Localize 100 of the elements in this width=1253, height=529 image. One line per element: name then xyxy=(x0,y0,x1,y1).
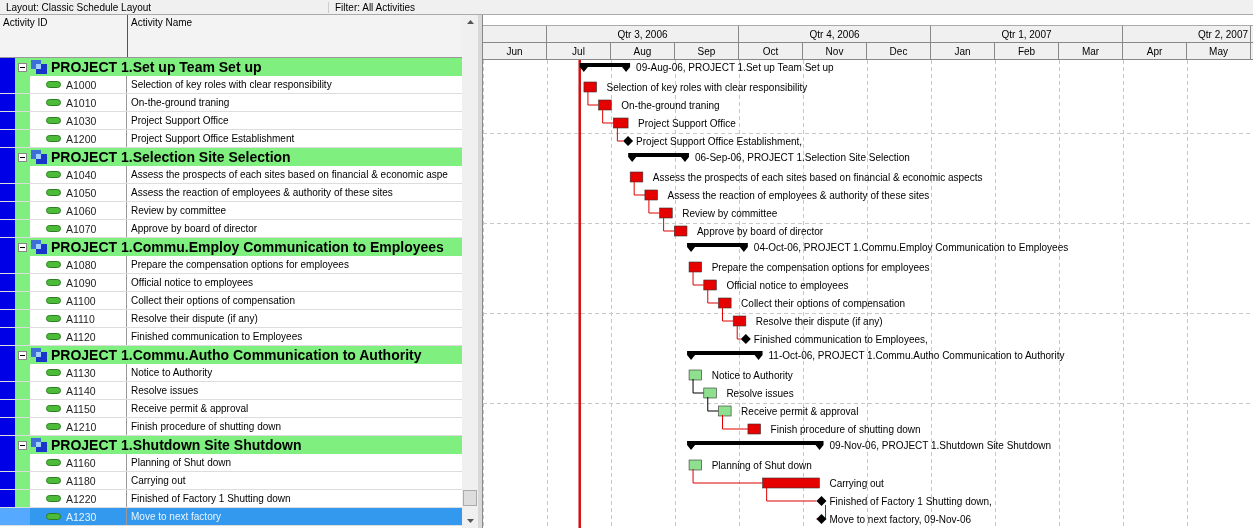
bar-label: Carrying out xyxy=(829,478,884,489)
activity-name: Receive permit & approval xyxy=(131,403,249,414)
scroll-down-icon[interactable] xyxy=(466,519,474,523)
bar-label: Finished communication to Employees, xyxy=(753,334,928,345)
outline-bar xyxy=(0,184,15,201)
activity-bar[interactable] xyxy=(688,261,702,273)
activity-id: A1150 xyxy=(66,402,96,415)
activity-id: A1130 xyxy=(66,366,96,379)
activity-row[interactable]: A1090 Official notice to employees xyxy=(0,274,462,292)
activity-bar[interactable] xyxy=(688,369,702,381)
column-header[interactable]: Activity ID xyxy=(0,15,128,57)
milestone-icon[interactable] xyxy=(623,136,634,146)
outline-bar xyxy=(0,328,15,345)
indent-bar xyxy=(15,292,30,309)
layout-label[interactable]: Layout: Classic Schedule Layout xyxy=(0,1,328,13)
scroll-thumb[interactable] xyxy=(463,490,477,506)
activity-row[interactable]: A1110 Resolve their dispute (if any) xyxy=(0,310,462,328)
month-label: May xyxy=(1209,45,1228,57)
collapse-toggle[interactable] xyxy=(18,242,27,252)
activity-icon xyxy=(46,387,61,394)
activity-row[interactable]: A1030 Project Support Office xyxy=(0,112,462,130)
activity-row[interactable]: A1130 Notice to Authority xyxy=(0,364,462,382)
activity-name: Prepare the compensation options for employees xyxy=(131,259,349,270)
collapse-toggle[interactable] xyxy=(18,440,27,450)
column-header[interactable]: Activity Name xyxy=(128,15,462,57)
activity-row[interactable]: A1160 Planning of Shut down xyxy=(0,454,462,472)
quarter-label: Qtr 4, 2006 xyxy=(809,28,860,40)
activity-bar[interactable] xyxy=(718,297,732,309)
summary-bar[interactable] xyxy=(687,441,824,450)
activity-row[interactable]: A1140 Resolve issues xyxy=(0,382,462,400)
activity-bar[interactable] xyxy=(629,171,644,183)
activity-bar[interactable] xyxy=(703,279,717,291)
activity-row[interactable]: A1050 Assess the reaction of employees & authority of these sites xyxy=(0,184,462,202)
month-label: Nov xyxy=(825,45,844,57)
month-label: Dec xyxy=(889,45,908,57)
outline-bar xyxy=(0,418,15,435)
activity-id: A1110 xyxy=(66,312,95,325)
activity-name: Finish procedure of shutting down xyxy=(131,421,282,432)
activity-bar[interactable] xyxy=(613,117,629,129)
outline-bar xyxy=(0,274,15,291)
activity-icon xyxy=(46,513,61,520)
activity-row[interactable]: A1000 Selection of key roles with clear responsibility xyxy=(0,76,462,94)
activity-row[interactable]: A1010 On-the-ground traning xyxy=(0,94,462,112)
outline-bar xyxy=(0,76,15,93)
activity-row[interactable]: A1150 Receive permit & approval xyxy=(0,400,462,418)
activity-bar[interactable] xyxy=(644,189,658,201)
collapse-toggle[interactable] xyxy=(18,152,27,162)
activity-row[interactable]: A1080 Prepare the compensation options for employees xyxy=(0,256,462,274)
outline-bar xyxy=(0,256,15,273)
activity-icon xyxy=(46,423,61,430)
activity-bar[interactable] xyxy=(718,405,732,417)
activity-row[interactable]: A1040 Assess the prospects of each sites based on financial & economic aspe xyxy=(0,166,462,184)
activity-bar[interactable] xyxy=(732,315,747,327)
summary-bar[interactable] xyxy=(687,243,748,252)
activity-name: Assess the prospects of each sites based on financial & economic aspe xyxy=(131,169,448,180)
activity-id: A1000 xyxy=(66,78,97,91)
summary-bar[interactable] xyxy=(579,63,631,72)
activity-row[interactable]: A1180 Carrying out xyxy=(0,472,462,490)
wbs-title: PROJECT 1.Set up Team Set up xyxy=(51,59,262,75)
relationship-line xyxy=(633,180,646,196)
bar-label: 09-Aug-06, PROJECT 1.Set up Team Set up xyxy=(636,62,834,73)
activity-bar[interactable] xyxy=(598,99,612,111)
collapse-toggle[interactable] xyxy=(18,350,27,360)
scroll-up-icon[interactable] xyxy=(466,20,474,24)
indent-bar xyxy=(15,94,30,111)
bar-label: Selection of key roles with clear responsibility xyxy=(606,82,808,93)
scrollbar[interactable] xyxy=(462,15,478,528)
bar-label: Assess the reaction of employees & authority of these sites xyxy=(667,190,930,201)
relationship-line xyxy=(722,306,734,322)
wbs-icon xyxy=(31,150,47,164)
activity-bar[interactable] xyxy=(762,477,820,489)
bar-label: Notice to Authority xyxy=(711,370,793,381)
collapse-toggle[interactable] xyxy=(18,62,27,72)
milestone-icon[interactable] xyxy=(740,334,751,344)
summary-bar[interactable] xyxy=(687,351,763,360)
indent-bar xyxy=(15,112,30,129)
wbs-icon xyxy=(31,348,47,362)
quarter-label: Qtr 3, 2006 xyxy=(617,28,668,40)
activity-bar[interactable] xyxy=(747,423,761,435)
activity-name: Selection of key roles with clear responsibility xyxy=(131,79,332,90)
activity-bar[interactable] xyxy=(659,207,673,219)
bar-label: On-the-ground traning xyxy=(621,100,720,111)
activity-name: Resolve their dispute (if any) xyxy=(131,313,258,324)
activity-row[interactable]: A1100 Collect their options of compensation xyxy=(0,292,462,310)
milestone-icon[interactable] xyxy=(816,496,827,506)
indent-bar xyxy=(15,508,30,525)
quarter-label: Qtr 2, 2007 xyxy=(1197,28,1248,40)
activity-bar[interactable] xyxy=(583,81,597,93)
outline-bar xyxy=(0,292,15,309)
milestone-icon[interactable] xyxy=(816,514,827,524)
activity-row[interactable]: A1060 Review by committee xyxy=(0,202,462,220)
activity-bar[interactable] xyxy=(703,387,717,399)
bar-label: Official notice to employees xyxy=(726,280,849,291)
summary-bar[interactable] xyxy=(628,153,689,162)
activity-icon xyxy=(46,495,61,502)
activity-id: A1010 xyxy=(66,96,97,109)
activity-bar[interactable] xyxy=(688,459,702,471)
outline-bar xyxy=(0,490,15,507)
activity-bar[interactable] xyxy=(674,225,688,237)
activity-icon xyxy=(46,297,61,304)
